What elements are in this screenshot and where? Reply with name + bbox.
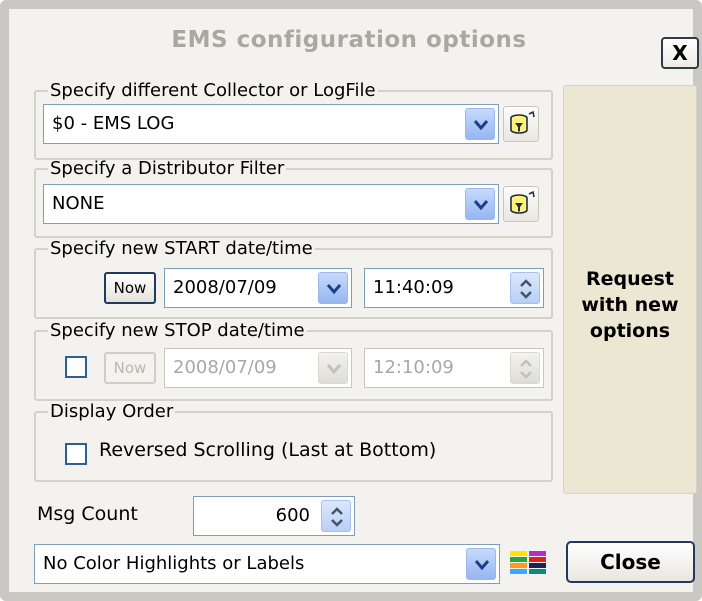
close-x-button[interactable]: X: [661, 37, 699, 69]
collector-dropdown-button[interactable]: [465, 108, 495, 140]
start-now-button[interactable]: Now: [104, 272, 156, 304]
stop-time-spinner[interactable]: 12:10:09: [364, 348, 544, 388]
msg-count-value: 600: [275, 505, 310, 526]
color-palette-button[interactable]: [508, 547, 548, 579]
highlights-dropdown-button[interactable]: [466, 548, 496, 580]
start-legend: Specify new START date/time: [50, 238, 313, 259]
ems-config-dialog: EMS configuration options X Specify diff…: [0, 0, 702, 601]
reversed-scrolling-checkbox[interactable]: [65, 443, 87, 465]
collector-value: $0 - EMS LOG: [52, 113, 175, 134]
start-time-spin-button[interactable]: [510, 272, 540, 304]
start-date-value: 2008/07/09: [173, 277, 277, 298]
up-down-arrows-icon: [520, 279, 532, 299]
close-button[interactable]: Close: [566, 541, 695, 583]
distributor-dropdown-button[interactable]: [465, 188, 495, 220]
distributor-legend: Specify a Distributor Filter: [50, 158, 285, 179]
stop-time-spin-button[interactable]: [510, 352, 540, 384]
reversed-scrolling-label[interactable]: Reversed Scrolling (Last at Bottom): [99, 439, 436, 461]
database-filter-icon: [510, 190, 535, 214]
dialog-title: EMS configuration options: [171, 27, 527, 53]
distributor-filter-button[interactable]: [503, 186, 539, 222]
stop-now-button[interactable]: Now: [104, 352, 156, 384]
highlights-select[interactable]: No Color Highlights or Labels: [34, 544, 500, 584]
up-down-arrows-icon: [520, 359, 532, 379]
display-order-legend: Display Order: [50, 401, 174, 422]
msg-count-spin-button[interactable]: [321, 500, 351, 532]
request-button-label: Request with new options: [564, 266, 696, 344]
request-line-3: options: [589, 320, 671, 342]
chevron-down-icon: [473, 200, 489, 211]
stop-enable-checkbox[interactable]: [65, 356, 87, 378]
msg-count-label: Msg Count: [37, 503, 138, 525]
msg-count-spinner[interactable]: 600: [193, 496, 355, 536]
up-down-arrows-icon: [331, 507, 343, 527]
start-time-value: 11:40:09: [373, 277, 454, 298]
request-line-2: with new: [581, 294, 679, 316]
chevron-down-icon: [326, 364, 342, 375]
chevron-down-icon: [326, 284, 342, 295]
stop-date-value: 2008/07/09: [173, 357, 277, 378]
request-line-1: Request: [586, 268, 674, 290]
start-time-spinner[interactable]: 11:40:09: [364, 268, 544, 308]
database-filter-icon: [510, 110, 535, 134]
start-date-dropdown-button[interactable]: [318, 272, 348, 304]
stop-date-dropdown-button[interactable]: [318, 352, 348, 384]
distributor-select[interactable]: NONE: [43, 184, 499, 224]
stop-time-value: 12:10:09: [373, 357, 454, 378]
stop-date-picker[interactable]: 2008/07/09: [164, 348, 352, 388]
stop-legend: Specify new STOP date/time: [50, 320, 305, 341]
chevron-down-icon: [474, 560, 490, 571]
collector-filter-button[interactable]: [503, 106, 539, 142]
chevron-down-icon: [473, 120, 489, 131]
collector-select[interactable]: $0 - EMS LOG: [43, 104, 499, 144]
color-palette-icon: [510, 551, 546, 574]
distributor-value: NONE: [52, 193, 105, 214]
collector-legend: Specify different Collector or LogFile: [50, 80, 376, 101]
highlights-value: No Color Highlights or Labels: [43, 553, 305, 574]
request-with-new-options-button[interactable]: Request with new options: [563, 85, 697, 494]
start-date-picker[interactable]: 2008/07/09: [164, 268, 352, 308]
